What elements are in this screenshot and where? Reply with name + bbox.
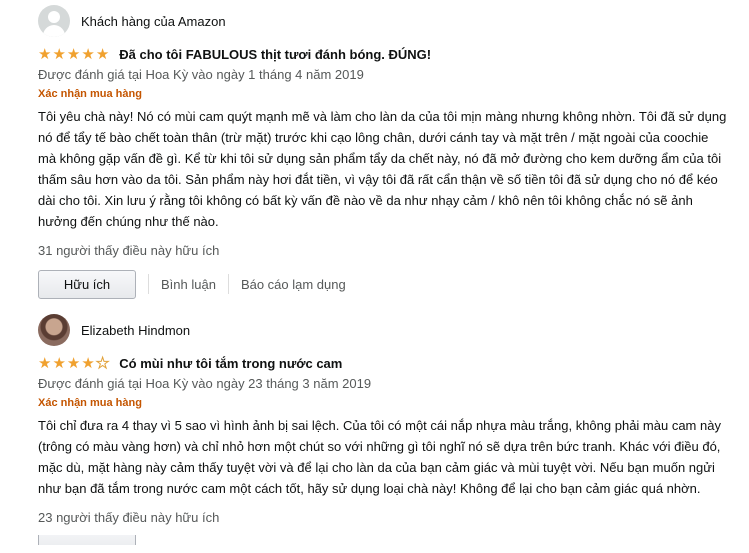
star-icon: ★	[81, 45, 95, 63]
star-rating: ★ ★ ★ ★ ★	[38, 47, 109, 62]
reviewer-profile[interactable]: Khách hàng của Amazon	[38, 4, 728, 38]
review-title[interactable]: Đã cho tôi FABULOUS thịt tươi đánh bóng.…	[119, 47, 431, 62]
star-icon: ★	[38, 354, 52, 372]
star-rating: ★ ★ ★ ★ ★	[38, 354, 110, 372]
comment-link[interactable]: Bình luận	[161, 277, 216, 292]
reviewer-name[interactable]: Elizabeth Hindmon	[81, 323, 190, 338]
review-date: Được đánh giá tại Hoa Kỳ vào ngày 23 thá…	[38, 376, 372, 391]
star-icon: ★	[52, 354, 66, 372]
helpful-button[interactable]	[38, 535, 136, 545]
verified-purchase-badge: Xác nhận mua hàng	[38, 88, 142, 100]
reviewer-name[interactable]: Khách hàng của Amazon	[81, 14, 226, 29]
review-1: Khách hàng của Amazon ★ ★ ★ ★ ★ Đã cho t…	[38, 4, 728, 300]
star-icon: ★	[95, 45, 110, 63]
review-body: Tôi chỉ đưa ra 4 thay vì 5 sao vì hình ả…	[38, 418, 721, 496]
divider	[227, 274, 229, 294]
review-date: Được đánh giá tại Hoa Kỳ vào ngày 1 thán…	[38, 67, 364, 82]
avatar	[38, 314, 70, 346]
helpful-button[interactable]: Hữu ích	[38, 269, 136, 299]
verified-purchase-badge: Xác nhận mua hàng	[38, 397, 142, 409]
report-abuse-link[interactable]: Báo cáo lạm dụng	[241, 277, 346, 292]
helpful-count: 31 người thấy điều này hữu ích	[38, 243, 220, 258]
star-icon: ★	[38, 45, 52, 63]
reviewer-profile[interactable]: Elizabeth Hindmon	[38, 313, 728, 347]
divider	[148, 274, 149, 294]
helpful-count: 23 người thấy điều này hữu ích	[38, 510, 220, 525]
star-icon: ★	[66, 354, 81, 372]
review-body: Tôi yêu chà này! Nó có mùi cam quýt mạnh…	[38, 109, 727, 229]
star-icon: ★	[66, 45, 81, 63]
star-empty-icon: ★	[95, 354, 110, 372]
review-title[interactable]: Có mùi như tôi tắm trong nước cam	[119, 356, 342, 371]
star-icon: ★	[81, 354, 95, 372]
avatar-icon	[38, 5, 70, 37]
review-2: Elizabeth Hindmon ★ ★ ★ ★ ★ Có mùi như t…	[38, 313, 728, 545]
star-icon: ★	[52, 45, 66, 63]
